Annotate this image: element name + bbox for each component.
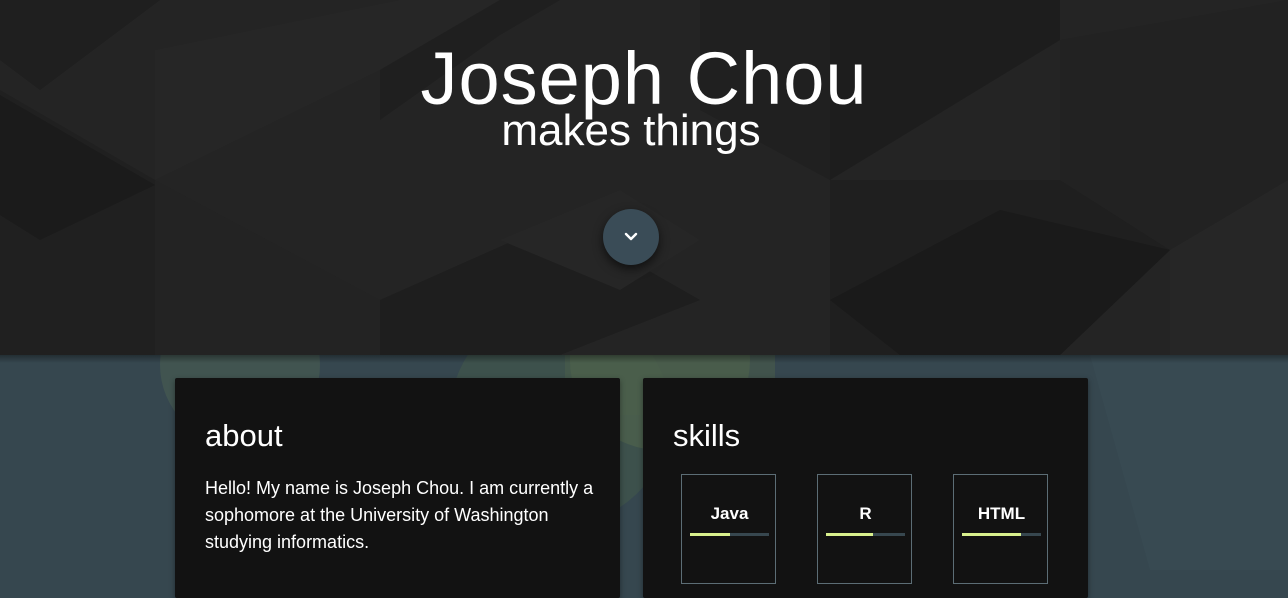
hero-subtitle: makes things	[501, 106, 761, 155]
skill-name: Java	[710, 504, 749, 523]
skill-level-fill	[962, 533, 1022, 536]
skill-name: HTML	[977, 504, 1026, 523]
skill-level-track	[826, 533, 905, 536]
hero-shadow	[0, 355, 1288, 363]
skills-title: skills	[673, 418, 741, 453]
skill-level-fill	[826, 533, 874, 536]
skill-level-track	[690, 533, 769, 536]
skill-level-fill	[690, 533, 730, 536]
about-title: about	[205, 418, 283, 453]
skill-tile-r[interactable]: R	[817, 474, 912, 584]
about-card: about Hello! My name is Joseph Chou. I a…	[175, 378, 620, 598]
about-text: Hello! My name is Joseph Chou. I am curr…	[205, 478, 594, 552]
skill-level-track	[962, 533, 1041, 536]
skills-card: skills Java R HTML	[643, 378, 1088, 598]
hero-section: Joseph Chou makes things	[0, 0, 1288, 355]
skill-tile-html[interactable]: HTML	[953, 474, 1048, 584]
chevron-down-icon	[624, 232, 638, 241]
scroll-down-button[interactable]	[603, 209, 659, 265]
skill-tile-java[interactable]: Java	[681, 474, 776, 584]
skill-name: R	[859, 504, 872, 523]
